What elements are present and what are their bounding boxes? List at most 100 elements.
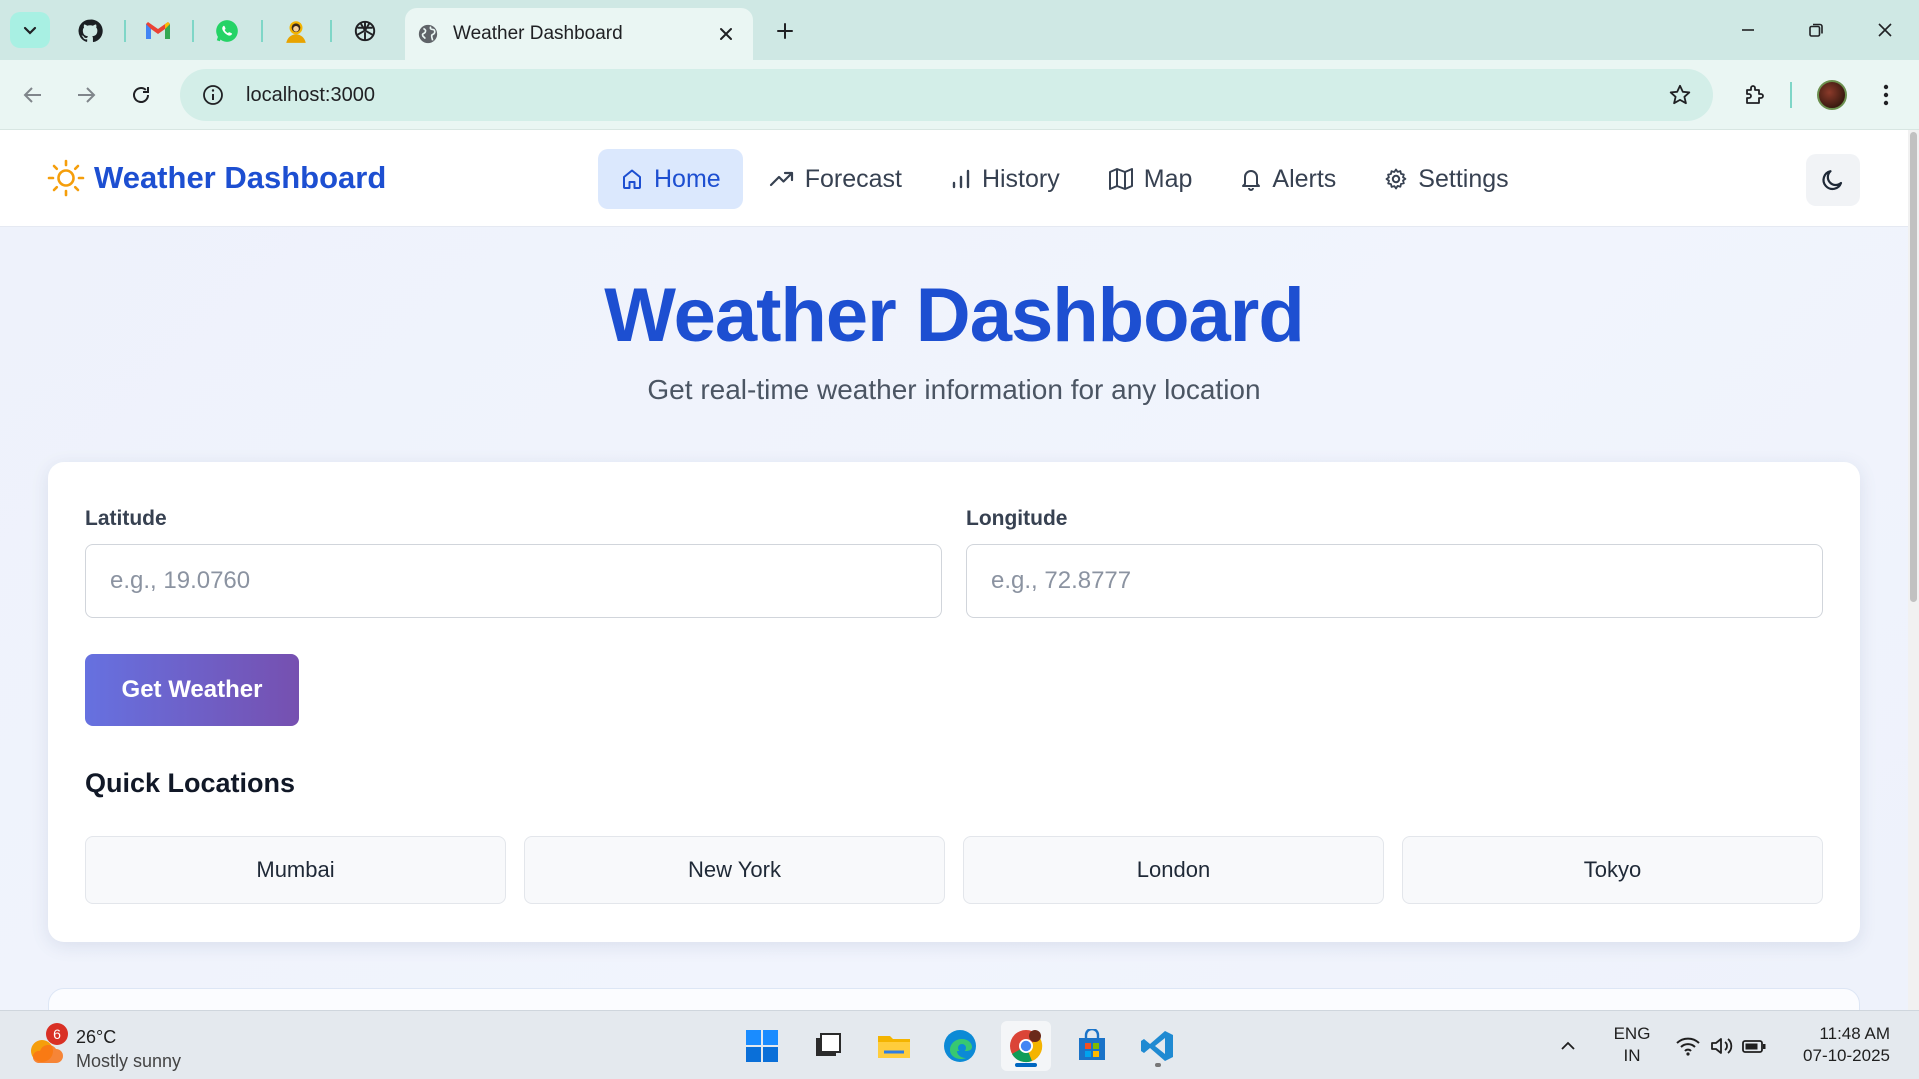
quick-location-mumbai[interactable]: Mumbai xyxy=(85,836,506,904)
theme-toggle-button[interactable] xyxy=(1806,154,1860,206)
window-close-button[interactable] xyxy=(1861,10,1909,50)
tab-search-button[interactable] xyxy=(10,12,50,48)
weather-widget[interactable]: 6 26°C Mostly sunny xyxy=(26,1023,182,1073)
running-app-indicator xyxy=(1155,1063,1161,1067)
quick-location-new-york[interactable]: New York xyxy=(524,836,945,904)
notification-badge: 6 xyxy=(46,1023,68,1045)
language-code: ENG xyxy=(1613,1024,1651,1043)
nav-forecast-label: Forecast xyxy=(804,164,902,193)
battery-icon xyxy=(1742,1040,1766,1053)
bell-icon xyxy=(1242,170,1261,191)
restore-icon xyxy=(1809,23,1823,37)
latitude-label: Latitude xyxy=(85,507,167,530)
latitude-input[interactable] xyxy=(85,544,942,618)
search-card: Latitude Longitude Get Weather Quick Loc… xyxy=(48,462,1860,942)
chevron-up-icon xyxy=(1561,1041,1575,1050)
chrome-icon xyxy=(1010,1030,1043,1063)
chevron-down-icon xyxy=(23,26,37,35)
plus-icon xyxy=(777,23,793,39)
scrollbar-thumb[interactable] xyxy=(1910,132,1917,602)
gmail-icon xyxy=(146,22,170,39)
restore-button[interactable] xyxy=(1792,10,1840,50)
tab-separator xyxy=(124,20,126,42)
page-scrollbar[interactable] xyxy=(1908,130,1919,1010)
nav-map-label: Map xyxy=(1143,164,1193,193)
minimize-button[interactable] xyxy=(1724,10,1772,50)
quick-location-tokyo[interactable]: Tokyo xyxy=(1402,836,1823,904)
chrome-button[interactable] xyxy=(1001,1021,1051,1071)
pinned-tab-profile-app[interactable] xyxy=(279,14,313,48)
chatgpt-icon xyxy=(354,20,376,42)
browser-menu-button[interactable] xyxy=(1866,75,1906,115)
site-info-button[interactable] xyxy=(188,69,238,121)
brand[interactable]: Weather Dashboard xyxy=(46,158,386,198)
nav-settings[interactable]: Settings xyxy=(1362,149,1530,209)
close-icon xyxy=(720,28,732,40)
edge-icon xyxy=(944,1030,976,1062)
page-viewport: Weather Dashboard Home Forecast History … xyxy=(0,130,1908,1010)
longitude-label: Longitude xyxy=(966,507,1068,530)
tab-title: Weather Dashboard xyxy=(453,23,623,44)
nav-map[interactable]: Map xyxy=(1086,149,1215,209)
page-subtitle: Get real-time weather information for an… xyxy=(647,374,1261,405)
reload-button[interactable] xyxy=(121,75,161,115)
nav-links: Home Forecast History Map Alerts Setting… xyxy=(598,149,1535,209)
vscode-button[interactable] xyxy=(1133,1021,1183,1071)
pinned-tab-chatgpt[interactable] xyxy=(348,14,382,48)
nav-alerts[interactable]: Alerts xyxy=(1218,149,1358,209)
store-button[interactable] xyxy=(1067,1021,1117,1071)
file-explorer-button[interactable] xyxy=(869,1021,919,1071)
system-status-button[interactable] xyxy=(1666,1021,1776,1071)
region-code: IN xyxy=(1623,1046,1641,1065)
get-weather-button[interactable]: Get Weather xyxy=(85,654,299,726)
back-button[interactable] xyxy=(13,75,53,115)
profile-button[interactable] xyxy=(1812,75,1852,115)
weather-temp: 26°C xyxy=(76,1027,117,1047)
forward-button[interactable] xyxy=(66,75,106,115)
nav-alerts-label: Alerts xyxy=(1272,164,1337,193)
task-view-icon xyxy=(816,1033,841,1056)
nav-settings-label: Settings xyxy=(1418,164,1509,193)
pinned-tab-gmail[interactable] xyxy=(141,14,175,48)
pinned-tab-github[interactable] xyxy=(73,14,107,48)
weather-condition: Mostly sunny xyxy=(76,1051,182,1071)
tab-separator xyxy=(261,20,263,42)
longitude-input[interactable] xyxy=(966,544,1823,618)
close-icon xyxy=(1878,23,1892,37)
nav-home[interactable]: Home xyxy=(598,149,743,209)
language-indicator[interactable]: ENG IN xyxy=(1604,1023,1660,1067)
tab-close-button[interactable] xyxy=(711,19,741,49)
pinned-tab-whatsapp[interactable] xyxy=(210,14,244,48)
volume-icon xyxy=(1711,1038,1733,1054)
globe-icon xyxy=(418,24,438,44)
avatar xyxy=(1817,80,1847,110)
tab-weather-dashboard[interactable]: Weather Dashboard xyxy=(405,8,753,60)
edge-browser-button[interactable] xyxy=(935,1021,985,1071)
sun-icon xyxy=(46,158,86,198)
tab-separator xyxy=(192,20,194,42)
more-vertical-icon xyxy=(1883,84,1889,106)
profile-app-icon xyxy=(286,21,306,43)
task-view-button[interactable] xyxy=(803,1021,853,1071)
address-bar[interactable]: localhost:3000 xyxy=(180,69,1713,121)
star-icon xyxy=(1669,84,1691,105)
map-icon xyxy=(1108,168,1133,190)
url-text[interactable]: localhost:3000 xyxy=(246,84,1655,107)
nav-history[interactable]: History xyxy=(928,149,1082,209)
puzzle-icon xyxy=(1746,85,1764,104)
wifi-icon xyxy=(1676,1037,1700,1056)
reload-icon xyxy=(133,87,149,103)
arrow-right-icon xyxy=(78,87,96,103)
clock-date: 07-10-2025 xyxy=(1803,1046,1890,1065)
start-button[interactable] xyxy=(737,1021,787,1071)
vscode-icon xyxy=(1141,1031,1173,1061)
quick-location-london[interactable]: London xyxy=(963,836,1384,904)
show-hidden-icons-button[interactable] xyxy=(1548,1021,1588,1071)
bookmark-button[interactable] xyxy=(1655,69,1705,121)
nav-forecast[interactable]: Forecast xyxy=(747,149,924,209)
extensions-button[interactable] xyxy=(1735,75,1775,115)
clock[interactable]: 11:48 AM 07-10-2025 xyxy=(1786,1023,1890,1067)
minimize-icon xyxy=(1742,29,1754,31)
new-tab-button[interactable] xyxy=(768,14,802,48)
whatsapp-icon xyxy=(216,20,238,42)
